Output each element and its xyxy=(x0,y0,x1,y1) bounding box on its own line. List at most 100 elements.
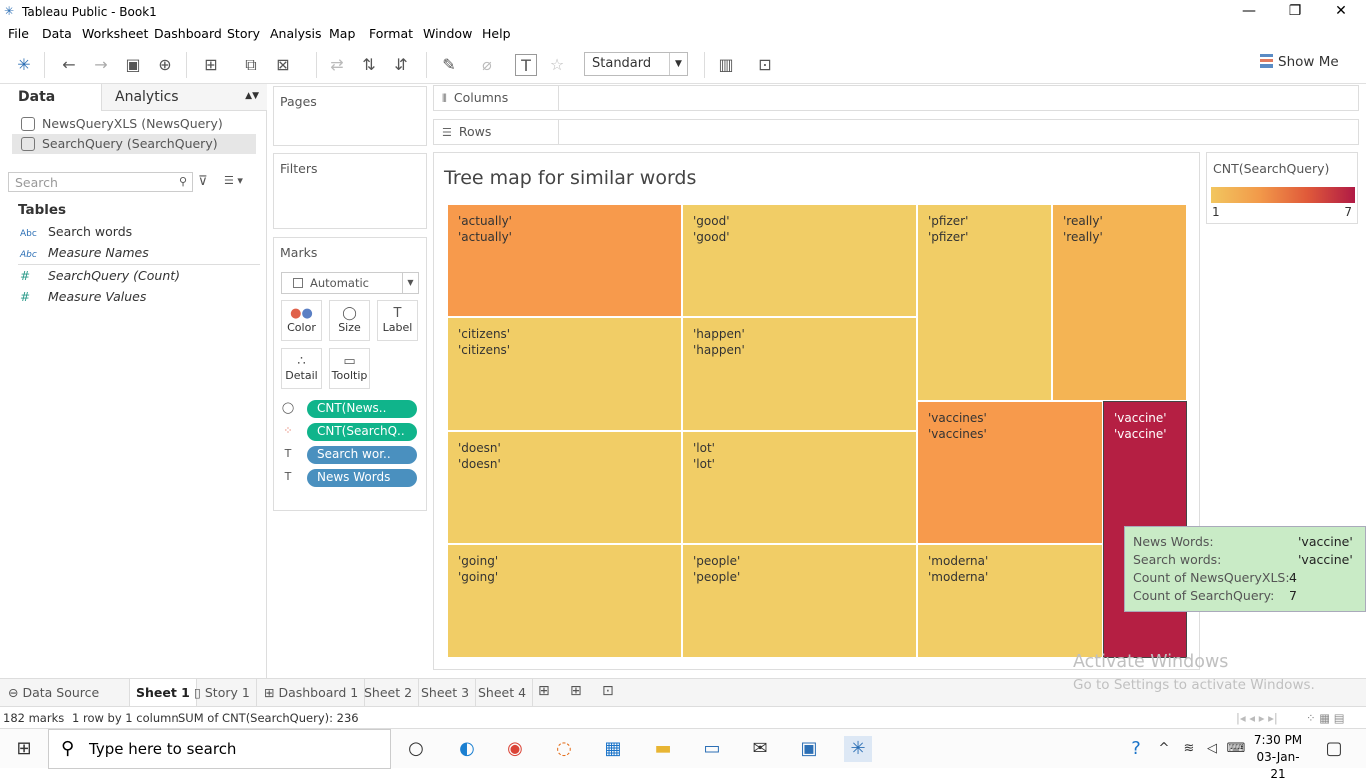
tab-sheet-3[interactable]: Sheet 3 xyxy=(415,679,477,707)
restore-button[interactable]: ❐ xyxy=(1272,0,1318,24)
mail-icon[interactable]: ✉ xyxy=(746,736,774,762)
tab-sheet-1[interactable]: Sheet 1 xyxy=(130,679,197,707)
color-pill[interactable]: CNT(SearchQ.. xyxy=(307,423,417,441)
tab-data[interactable]: Data xyxy=(0,84,101,111)
tableau-home-icon[interactable]: ✳ xyxy=(13,54,35,76)
menu-help[interactable]: Help xyxy=(482,26,511,41)
detail-button[interactable]: ∴ Detail xyxy=(281,348,322,389)
store-icon[interactable]: ▦ xyxy=(599,736,627,762)
tab-sheet-2[interactable]: Sheet 2 xyxy=(358,679,420,707)
taskbar-search-input[interactable]: ⚲ Type here to search xyxy=(48,729,391,769)
menu-map[interactable]: Map xyxy=(329,26,355,41)
new-dashboard-icon[interactable]: ⊞ xyxy=(564,679,588,707)
tab-data-source[interactable]: ⊖ Data Source xyxy=(0,679,130,707)
treemap-cell[interactable]: 'moderna' 'moderna' xyxy=(917,544,1103,658)
clear-sheet-icon[interactable]: ⊠ xyxy=(272,54,294,76)
new-worksheet-icon[interactable]: ⊞ xyxy=(200,54,222,76)
menu-file[interactable]: File xyxy=(8,26,29,41)
treemap-cell[interactable]: 'actually' 'actually' xyxy=(447,204,682,317)
help-icon[interactable]: ? xyxy=(1122,736,1150,762)
save-icon[interactable]: ▣ xyxy=(122,54,144,76)
pages-card[interactable]: Pages xyxy=(273,86,427,146)
field-measure-values[interactable]: # Measure Values xyxy=(20,289,146,307)
app-icon[interactable]: ▭ xyxy=(698,736,726,762)
filter-icon[interactable]: ⊽ xyxy=(198,174,208,189)
label-pill[interactable]: Search wor.. xyxy=(307,446,417,464)
new-datasource-icon[interactable]: ⊕ xyxy=(154,54,176,76)
photos-icon[interactable]: ▣ xyxy=(795,736,823,762)
color-button[interactable]: ●● Color xyxy=(281,300,322,341)
show-labels-icon[interactable]: T xyxy=(515,54,537,76)
filters-card[interactable]: Filters xyxy=(273,153,427,229)
fix-axes-icon[interactable]: ☆ xyxy=(546,54,568,76)
treemap-cell[interactable]: 'pfizer' 'pfizer' xyxy=(917,204,1052,401)
menu-dashboard[interactable]: Dashboard xyxy=(154,26,222,41)
treemap-cell[interactable]: 'lot' 'lot' xyxy=(682,431,917,544)
treemap-cell[interactable]: 'doesn' 'doesn' xyxy=(447,431,682,544)
menu-worksheet[interactable]: Worksheet xyxy=(82,26,148,41)
show-me-button[interactable]: Show Me xyxy=(1260,54,1339,70)
task-view-icon[interactable]: ○ xyxy=(402,736,430,762)
title-bar: ✳ Tableau Public - Book1 — ❐ ✕ xyxy=(0,0,1366,24)
nav-first-icon[interactable]: |◂ ◂ ▸ ▸| xyxy=(1236,711,1278,725)
undo-icon[interactable]: ← xyxy=(58,54,80,76)
edge-icon[interactable]: ◐ xyxy=(453,736,481,762)
label-pill[interactable]: News Words xyxy=(307,469,417,487)
treemap-cell[interactable]: 'going' 'going' xyxy=(447,544,682,658)
close-button[interactable]: ✕ xyxy=(1318,0,1364,24)
view-options-icon[interactable]: ☰ ▾ xyxy=(224,174,243,187)
datasource-item[interactable]: SearchQuery (SearchQuery) xyxy=(12,134,256,154)
size-pill[interactable]: CNT(News.. xyxy=(307,400,417,418)
notification-icon[interactable]: ▢ xyxy=(1320,736,1348,762)
treemap-cell[interactable]: 'good' 'good' xyxy=(682,204,917,317)
chevron-up-icon[interactable]: ^ xyxy=(1150,736,1178,762)
size-button[interactable]: ◯ Size xyxy=(329,300,370,341)
new-story-icon[interactable]: ⊡ xyxy=(596,679,620,707)
treemap-cell[interactable]: 'people' 'people' xyxy=(682,544,917,658)
mark-type-select[interactable]: Automatic ▼ xyxy=(281,272,419,294)
app-icon[interactable]: ◌ xyxy=(550,736,578,762)
minimize-button[interactable]: — xyxy=(1226,0,1272,24)
fit-select[interactable]: Standard ▼ xyxy=(584,52,688,76)
swap-icon[interactable]: ⇄ xyxy=(326,54,348,76)
color-legend[interactable]: CNT(SearchQuery) 1 7 xyxy=(1206,152,1358,224)
show-cards-icon[interactable]: ▥ xyxy=(715,54,737,76)
rows-shelf[interactable]: ☰ Rows xyxy=(433,119,1359,145)
sort-descending-icon[interactable]: ⇵ xyxy=(390,54,412,76)
treemap-cell[interactable]: 'really' 'really' xyxy=(1052,204,1187,401)
group-icon[interactable]: ⌀ xyxy=(476,54,498,76)
taskbar-clock[interactable]: 7:30 PM 03-Jan-21 xyxy=(1252,732,1304,783)
tooltip-button[interactable]: ▭ Tooltip xyxy=(329,348,370,389)
label-button[interactable]: T Label xyxy=(377,300,418,341)
highlight-icon[interactable]: ✎ xyxy=(438,54,460,76)
redo-icon[interactable]: → xyxy=(90,54,112,76)
treemap-cell[interactable]: 'happen' 'happen' xyxy=(682,317,917,431)
view-toggle-icon[interactable]: ⁘ ▦ ▤ xyxy=(1306,711,1345,725)
treemap-cell[interactable]: 'citizens' 'citizens' xyxy=(447,317,682,431)
menu-format[interactable]: Format xyxy=(369,26,413,41)
field-search-input[interactable]: Search ⚲ xyxy=(8,172,193,192)
datasource-item[interactable]: NewsQueryXLS (NewsQuery) xyxy=(12,114,256,134)
tab-sheet-4[interactable]: Sheet 4 xyxy=(472,679,534,707)
field-measure-names[interactable]: Abc Measure Names xyxy=(20,245,149,263)
columns-shelf[interactable]: ⦀ Columns xyxy=(433,85,1359,111)
sort-ascending-icon[interactable]: ⇅ xyxy=(358,54,380,76)
duplicate-sheet-icon[interactable]: ⧉ xyxy=(240,54,262,76)
field-searchquery-count[interactable]: # SearchQuery (Count) xyxy=(20,268,180,286)
keyboard-icon[interactable]: ⌨ xyxy=(1222,736,1250,762)
menu-analysis[interactable]: Analysis xyxy=(270,26,322,41)
new-worksheet-icon[interactable]: ⊞ xyxy=(532,679,556,707)
tab-analytics[interactable]: Analytics ▲▼ xyxy=(101,84,267,111)
field-search-words[interactable]: Abc Search words xyxy=(20,224,132,242)
tab-story-1[interactable]: ▯ Story 1 xyxy=(188,679,257,707)
tab-dashboard-1[interactable]: ⊞ Dashboard 1 xyxy=(258,679,366,707)
chrome-icon[interactable]: ◉ xyxy=(501,736,529,762)
menu-story[interactable]: Story xyxy=(227,26,260,41)
file-explorer-icon[interactable]: ▬ xyxy=(649,736,677,762)
menu-window[interactable]: Window xyxy=(423,26,472,41)
treemap-cell[interactable]: 'vaccines' 'vaccines' xyxy=(917,401,1103,544)
menu-data[interactable]: Data xyxy=(42,26,72,41)
presentation-mode-icon[interactable]: ⊡ xyxy=(754,54,776,76)
windows-start-icon[interactable]: ⊞ xyxy=(10,736,38,762)
tableau-taskbar-icon[interactable]: ✳ xyxy=(844,736,872,762)
